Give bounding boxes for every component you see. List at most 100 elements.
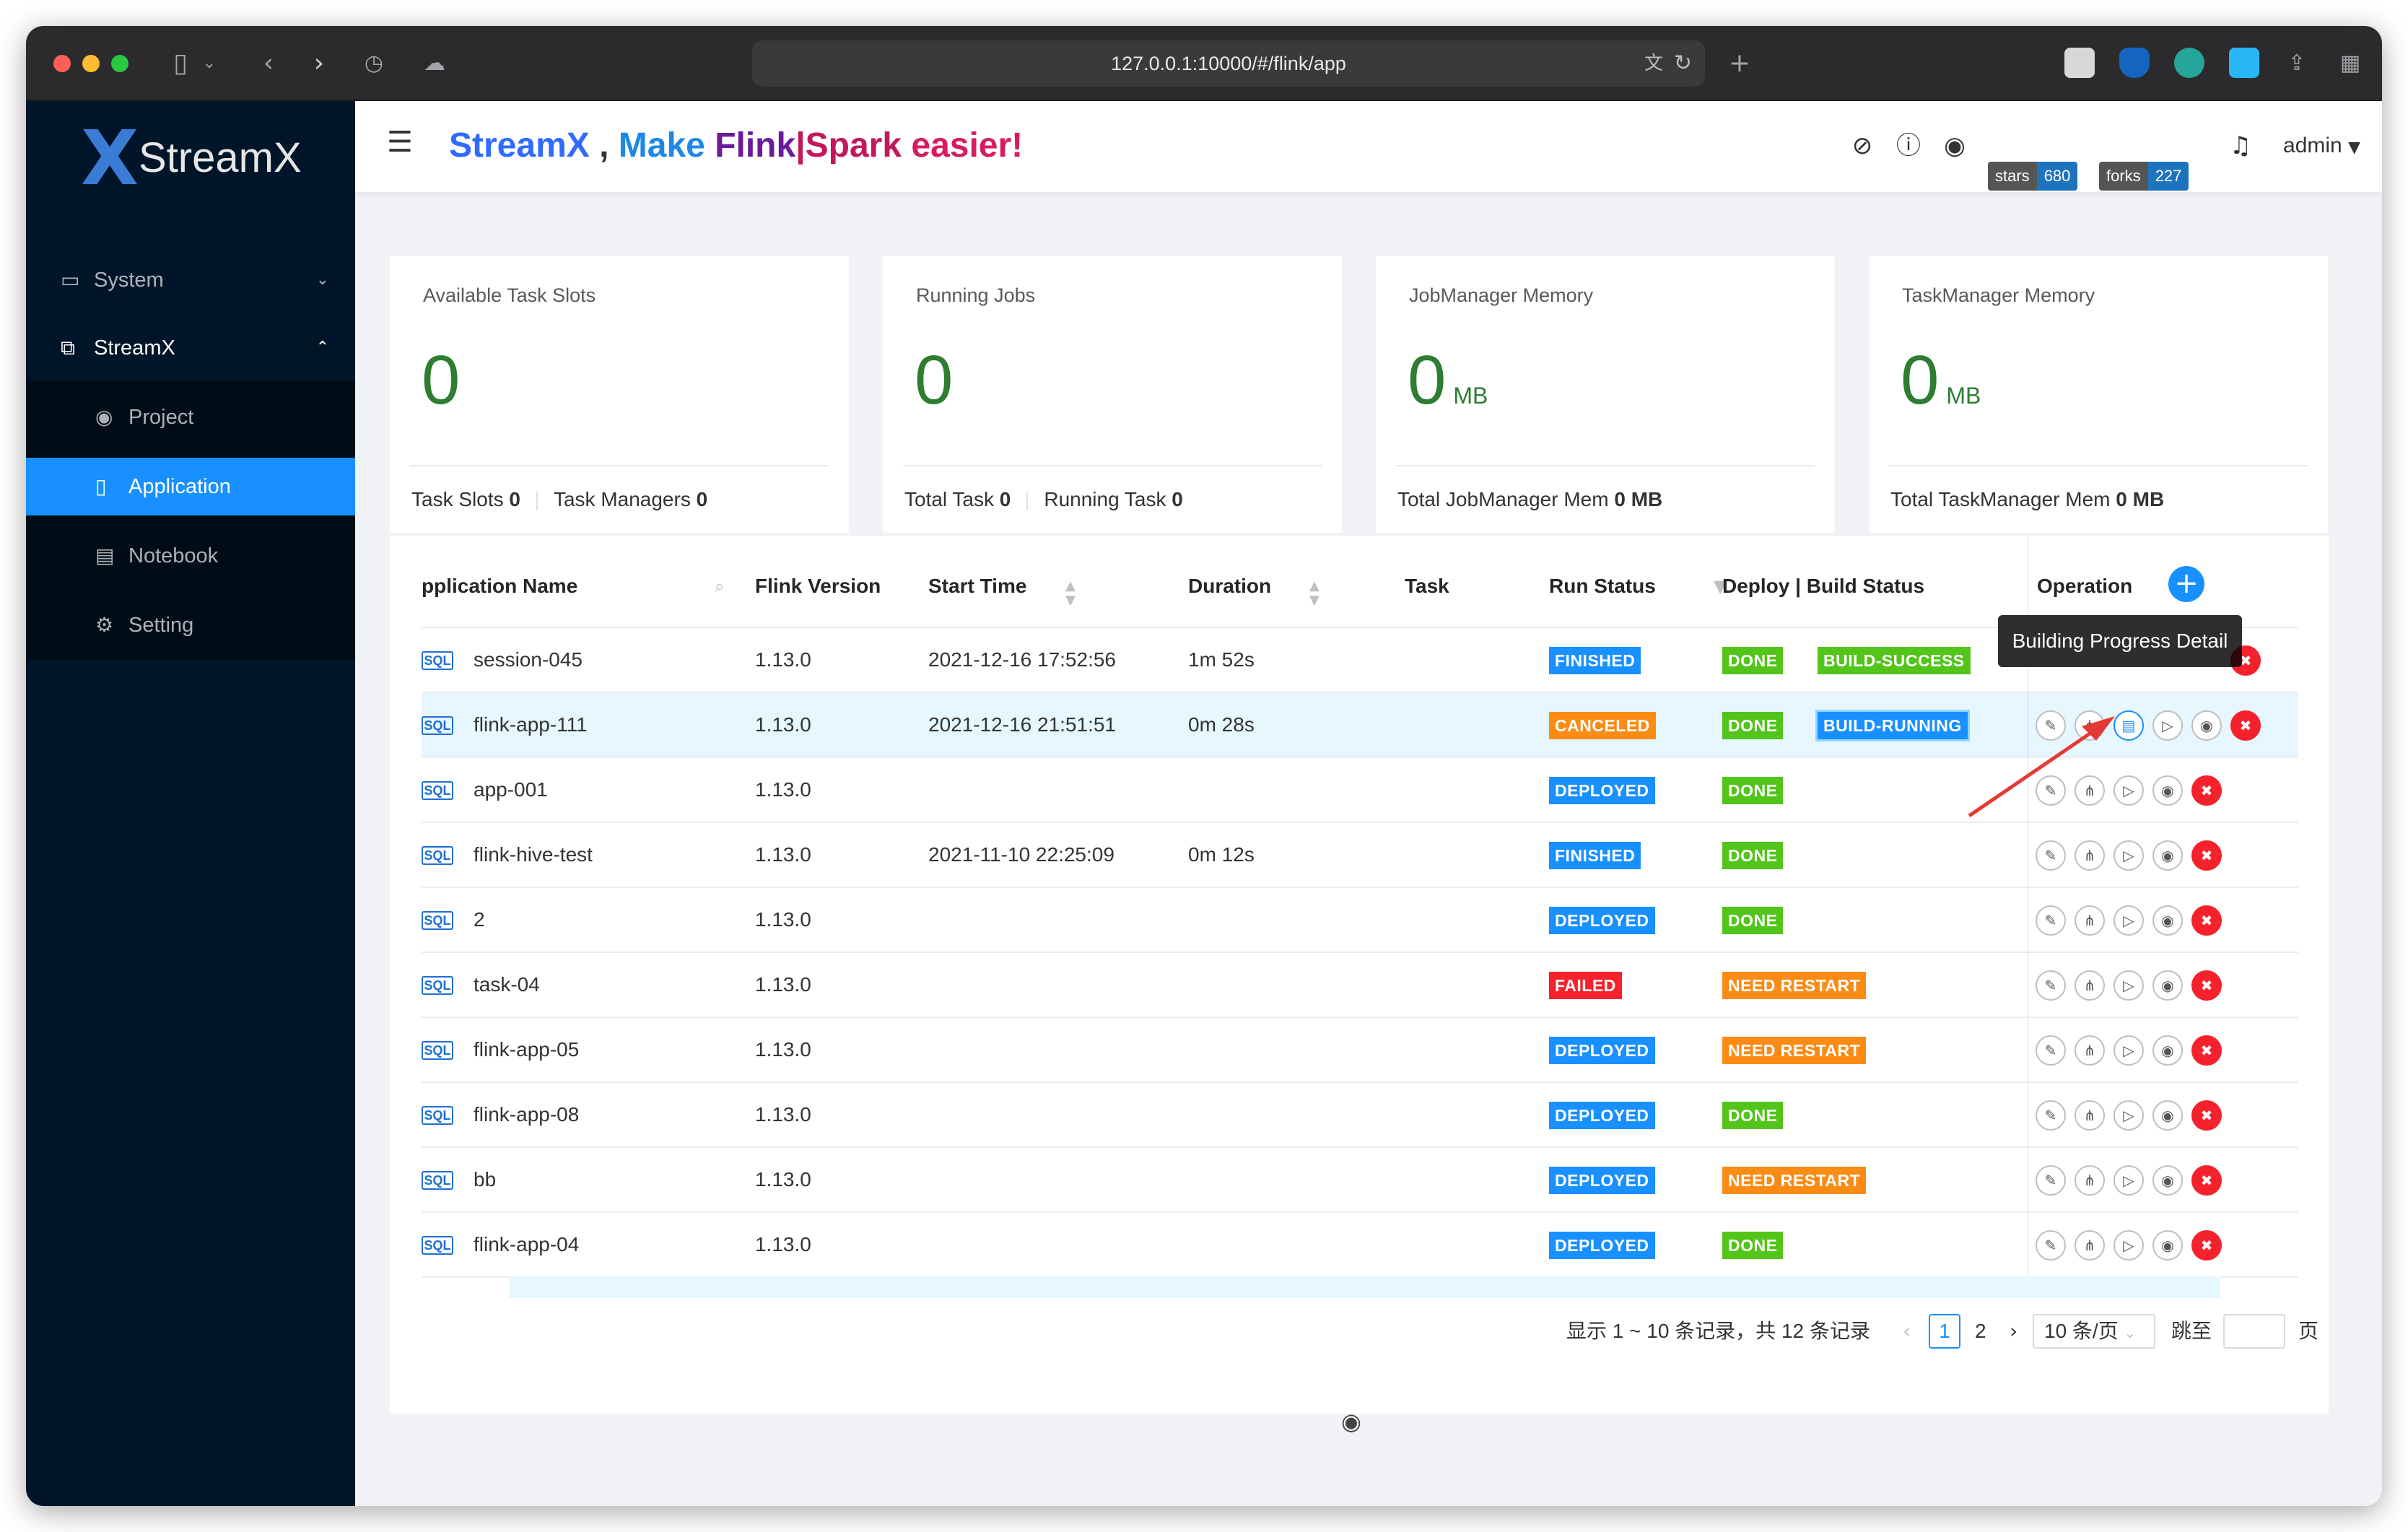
- edit-icon[interactable]: ✎: [2036, 1230, 2066, 1261]
- app-name[interactable]: task-04: [474, 953, 540, 1017]
- app-name[interactable]: bb: [474, 1148, 496, 1211]
- start-icon[interactable]: ▷: [2152, 710, 2183, 741]
- sidebar-item-streamx[interactable]: ⧉ StreamX ⌃: [26, 319, 355, 377]
- start-icon[interactable]: ▷: [2113, 1100, 2144, 1131]
- deploy-icon[interactable]: ⋔: [2075, 1100, 2105, 1131]
- view-icon[interactable]: ◉: [2152, 1100, 2183, 1131]
- table-row[interactable]: SQL app-001 1.13.0 DEPLOYED DONE ✎ ⋔ ▷ ◉ ✖: [422, 758, 2298, 823]
- help-icon[interactable]: ⓘ: [1893, 130, 1924, 162]
- edit-icon[interactable]: ✎: [2036, 710, 2066, 741]
- sort-icon[interactable]: ▲ ▼: [1065, 579, 1076, 608]
- search-icon[interactable]: ⌕: [715, 572, 724, 601]
- back-icon[interactable]: ‹: [251, 46, 286, 81]
- edit-icon[interactable]: ✎: [2036, 970, 2066, 1001]
- view-icon[interactable]: ◉: [2152, 1230, 2183, 1261]
- page-2-button[interactable]: 2: [1975, 1314, 1986, 1349]
- theme-toggle-icon[interactable]: ⊘: [1846, 130, 1878, 162]
- table-row[interactable]: SQL flink-app-04 1.13.0 DEPLOYED DONE ✎ ⋔ ▷ ◉ ✖: [422, 1213, 2298, 1278]
- chevron-down-icon[interactable]: ⌄: [192, 46, 227, 81]
- delete-icon[interactable]: ✖: [2191, 905, 2222, 936]
- app-name[interactable]: flink-app-08: [474, 1083, 579, 1146]
- view-icon[interactable]: ◉: [2152, 1165, 2183, 1196]
- deploy-icon[interactable]: ⋔: [2075, 775, 2105, 806]
- view-icon[interactable]: ◉: [2152, 840, 2183, 871]
- delete-icon[interactable]: ✖: [2191, 1035, 2222, 1066]
- sort-icon[interactable]: ▲ ▼: [1309, 579, 1319, 608]
- address-bar[interactable]: 127.0.0.1:10000/#/flink/app 文 ↻: [752, 40, 1705, 87]
- view-icon[interactable]: ◉: [2152, 970, 2183, 1001]
- start-icon[interactable]: ▷: [2113, 1165, 2144, 1196]
- add-application-button[interactable]: +: [2168, 566, 2204, 602]
- edit-icon[interactable]: ✎: [2036, 1165, 2066, 1196]
- bell-icon[interactable]: ♫: [2225, 130, 2256, 162]
- table-row[interactable]: SQL flink-app-111 1.13.0 2021-12-16 21:51:5…: [422, 693, 2298, 758]
- reload-icon[interactable]: ↻: [1674, 40, 1692, 87]
- sidebar-item-project[interactable]: ◉ Project: [26, 388, 355, 446]
- menu-fold-icon[interactable]: ☰: [387, 126, 413, 159]
- sidebar-item-setting[interactable]: ⚙ Setting: [26, 596, 355, 654]
- delete-icon[interactable]: ✖: [2230, 710, 2261, 741]
- sidebar-item-application[interactable]: ▯ Application: [26, 458, 355, 515]
- view-icon[interactable]: ◉: [2152, 905, 2183, 936]
- build-detail-icon[interactable]: ▤: [2113, 710, 2144, 741]
- close-window-button[interactable]: [53, 55, 71, 72]
- prev-page-icon[interactable]: ‹: [1903, 1314, 1911, 1349]
- view-icon[interactable]: ◉: [2191, 710, 2222, 741]
- edit-icon[interactable]: ✎: [2036, 905, 2066, 936]
- page-size-select[interactable]: 10 条/页 ⌄: [2033, 1314, 2155, 1349]
- translate-icon[interactable]: 文: [1644, 40, 1663, 87]
- start-icon[interactable]: ▷: [2113, 1230, 2144, 1261]
- start-icon[interactable]: ▷: [2113, 905, 2144, 936]
- zoom-window-button[interactable]: [111, 55, 128, 72]
- github-icon[interactable]: ◉: [1341, 1408, 1361, 1435]
- deploy-icon[interactable]: ⋔: [2075, 970, 2105, 1001]
- view-icon[interactable]: ◉: [2152, 1035, 2183, 1066]
- deploy-icon[interactable]: ⋔: [2075, 710, 2105, 741]
- edit-icon[interactable]: ✎: [2036, 1035, 2066, 1066]
- page-1-button[interactable]: 1: [1929, 1314, 1960, 1349]
- shield-icon[interactable]: [2119, 48, 2150, 78]
- app-name[interactable]: 2: [474, 888, 485, 952]
- app-name[interactable]: flink-app-04: [474, 1213, 579, 1276]
- app-name[interactable]: flink-app-05: [474, 1018, 579, 1081]
- minimize-window-button[interactable]: [82, 55, 100, 72]
- delete-icon[interactable]: ✖: [2191, 970, 2222, 1001]
- new-tab-icon[interactable]: +: [1722, 46, 1757, 81]
- delete-icon[interactable]: ✖: [2191, 1100, 2222, 1131]
- delete-icon[interactable]: ✖: [2191, 1230, 2222, 1261]
- edit-icon[interactable]: ✎: [2036, 1100, 2066, 1131]
- start-icon[interactable]: ▷: [2113, 775, 2144, 806]
- tabs-overview-icon[interactable]: ▦: [2333, 46, 2368, 81]
- table-row[interactable]: SQL task-04 1.13.0 FAILED NEED RESTART ✎ ⋔ ▷ ◉ ✖: [422, 953, 2298, 1018]
- sidebar-item-system[interactable]: ▭ System ⌄: [26, 251, 355, 309]
- start-icon[interactable]: ▷: [2113, 1035, 2144, 1066]
- deploy-icon[interactable]: ⋔: [2075, 840, 2105, 871]
- delete-icon[interactable]: ✖: [2191, 840, 2222, 871]
- column-header-duration[interactable]: Duration: [1188, 572, 1271, 601]
- delete-icon[interactable]: ✖: [2191, 1165, 2222, 1196]
- view-icon[interactable]: ◉: [2152, 775, 2183, 806]
- user-dropdown[interactable]: admin ▼: [2283, 130, 2360, 164]
- column-header-start-time[interactable]: Start Time: [928, 572, 1026, 601]
- deploy-icon[interactable]: ⋔: [2075, 1035, 2105, 1066]
- table-row[interactable]: SQL 2 1.13.0 DEPLOYED DONE ✎ ⋔ ▷ ◉ ✖: [422, 888, 2298, 953]
- cloud-icon[interactable]: ☁: [417, 46, 452, 81]
- share-icon[interactable]: ⇪: [2280, 46, 2314, 81]
- extension-icon[interactable]: [2174, 48, 2204, 78]
- deploy-icon[interactable]: ⋔: [2075, 1230, 2105, 1261]
- edit-icon[interactable]: ✎: [2036, 775, 2066, 806]
- extension-icon[interactable]: [2229, 48, 2259, 78]
- deploy-icon[interactable]: ⋔: [2075, 905, 2105, 936]
- github-icon[interactable]: ◉: [1939, 130, 1971, 162]
- start-icon[interactable]: ▷: [2113, 840, 2144, 871]
- app-name[interactable]: session-045: [474, 628, 583, 692]
- table-row[interactable]: SQL flink-app-08 1.13.0 DEPLOYED DONE ✎ ⋔ ▷ ◉ ✖: [422, 1083, 2298, 1148]
- github-forks-badge[interactable]: forks 227: [2099, 162, 2189, 191]
- deploy-icon[interactable]: ⋔: [2075, 1165, 2105, 1196]
- app-name[interactable]: app-001: [474, 758, 548, 822]
- table-row[interactable]: SQL flink-hive-test 1.13.0 2021-11-10 22:25…: [422, 823, 2298, 888]
- table-row[interactable]: SQL flink-app-05 1.13.0 DEPLOYED NEED RESTAR…: [422, 1018, 2298, 1083]
- delete-icon[interactable]: ✖: [2191, 775, 2222, 806]
- edit-icon[interactable]: ✎: [2036, 840, 2066, 871]
- forward-icon[interactable]: ›: [302, 46, 336, 81]
